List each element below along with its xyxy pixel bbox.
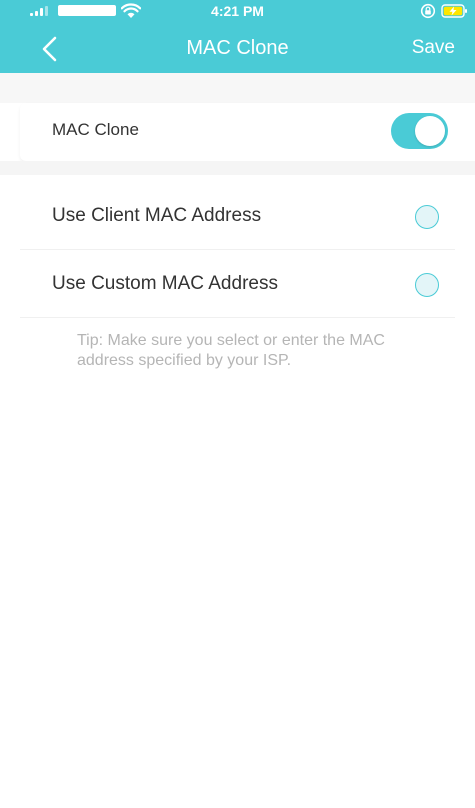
nav-bar: MAC Clone Save [0,22,475,73]
radio-use-custom-mac[interactable] [415,273,439,297]
radio-use-client-mac[interactable] [415,205,439,229]
status-bar: 4:21 PM [0,0,475,22]
mac-clone-toggle-card: MAC Clone [20,103,475,161]
mac-clone-toggle[interactable] [391,113,448,149]
orientation-lock-icon [420,3,436,19]
option-label: Use Custom MAC Address [52,273,278,294]
top-spacer [0,73,475,103]
battery-charging-icon [441,4,467,18]
app-header: 4:21 PM MAC Clone Save [0,0,475,73]
option-use-custom-mac[interactable]: Use Custom MAC Address [20,251,455,318]
page-title: MAC Clone [186,37,289,59]
save-button[interactable]: Save [412,37,455,59]
toggle-knob [415,116,445,146]
mac-clone-label: MAC Clone [52,120,139,139]
option-label: Use Client MAC Address [52,205,262,226]
tip-text: Tip: Make sure you select or enter the M… [77,332,385,369]
option-use-client-mac[interactable]: Use Client MAC Address [20,183,455,250]
status-time: 4:21 PM [211,3,264,19]
section-divider [0,161,475,175]
